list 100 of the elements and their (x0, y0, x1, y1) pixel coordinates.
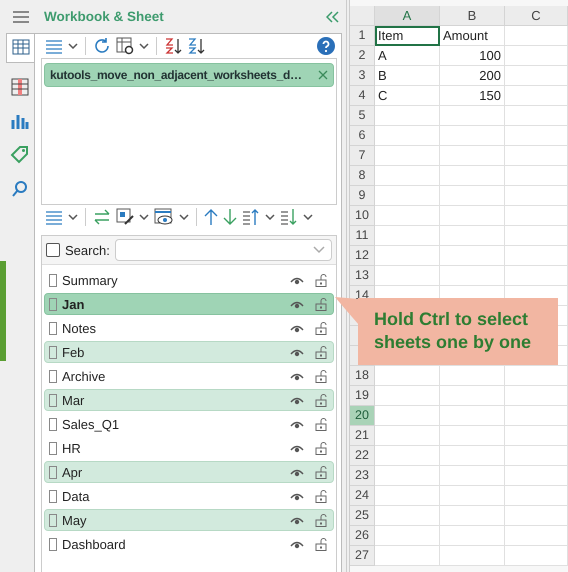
unlock-icon[interactable] (315, 274, 327, 286)
caret-icon[interactable] (139, 214, 149, 220)
eye-icon[interactable] (290, 444, 304, 452)
sheet-item[interactable]: Dashboard (44, 533, 334, 555)
row-header[interactable]: 19 (350, 386, 375, 406)
row-header[interactable]: 8 (350, 166, 375, 186)
row-header[interactable]: 5 (350, 106, 375, 126)
eye-icon[interactable] (290, 300, 304, 308)
list-icon[interactable] (45, 209, 63, 225)
menu-icon[interactable] (12, 10, 30, 24)
sort-descending-icon[interactable] (187, 37, 205, 55)
column-header[interactable]: B (440, 6, 505, 26)
eye-icon[interactable] (290, 516, 304, 524)
caret-icon[interactable] (68, 43, 78, 49)
workbook-item[interactable]: kutools_move_non_adjacent_worksheets_d… (44, 63, 334, 87)
unlock-icon[interactable] (315, 394, 327, 406)
eye-icon[interactable] (290, 420, 304, 428)
row-header[interactable]: 13 (350, 266, 375, 286)
eye-icon[interactable] (290, 468, 304, 476)
unlock-icon[interactable] (315, 514, 327, 526)
checkbox[interactable] (49, 346, 57, 358)
checkbox[interactable] (49, 394, 57, 406)
sheet-item[interactable]: Data (44, 485, 334, 507)
eye-icon[interactable] (290, 348, 304, 356)
unlock-icon[interactable] (315, 346, 327, 358)
columns-icon[interactable] (10, 77, 30, 97)
row-header[interactable]: 22 (350, 446, 375, 466)
refresh-icon[interactable] (93, 37, 111, 55)
checkbox[interactable] (49, 490, 57, 502)
help-icon[interactable] (317, 37, 335, 55)
caret-icon[interactable] (265, 214, 275, 220)
checkbox[interactable] (49, 538, 57, 550)
row-header[interactable]: 11 (350, 226, 375, 246)
checkbox[interactable] (49, 514, 57, 526)
sheet-item[interactable]: Sales_Q1 (44, 413, 334, 435)
search-icon[interactable] (10, 179, 30, 199)
checkbox[interactable] (49, 466, 57, 478)
row-header[interactable]: 27 (350, 546, 375, 566)
checkbox[interactable] (49, 442, 57, 454)
unlock-icon[interactable] (315, 538, 327, 550)
caret-icon[interactable] (179, 214, 189, 220)
row-header[interactable]: 26 (350, 526, 375, 546)
eye-icon[interactable] (290, 324, 304, 332)
checkbox[interactable] (49, 322, 57, 334)
caret-icon[interactable] (68, 214, 78, 220)
tag-icon[interactable] (10, 145, 30, 165)
row-header[interactable]: 1 (350, 26, 375, 46)
row-header[interactable]: 3 (350, 66, 375, 86)
table-edit-icon[interactable] (116, 208, 134, 226)
eye-icon[interactable] (290, 492, 304, 500)
pane-handle[interactable] (0, 261, 6, 361)
eye-icon[interactable] (290, 276, 304, 284)
row-header[interactable]: 25 (350, 506, 375, 526)
table-eye-icon[interactable] (154, 208, 174, 226)
unlock-icon[interactable] (315, 442, 327, 454)
column-header[interactable]: C (505, 6, 568, 26)
row-header[interactable]: 21 (350, 426, 375, 446)
checkbox[interactable] (49, 370, 57, 382)
row-header[interactable]: 7 (350, 146, 375, 166)
row-header[interactable]: 6 (350, 126, 375, 146)
sheet-item[interactable]: Notes (44, 317, 334, 339)
row-header[interactable]: 12 (350, 246, 375, 266)
sheet-item[interactable]: May (44, 509, 334, 531)
arrow-up-icon[interactable] (204, 208, 218, 226)
unlock-icon[interactable] (315, 370, 327, 382)
sheet-item[interactable]: Mar (44, 389, 334, 411)
unlock-icon[interactable] (315, 418, 327, 430)
eye-icon[interactable] (290, 396, 304, 404)
sort-up-icon[interactable] (242, 208, 260, 226)
sheet-item[interactable]: Feb (44, 341, 334, 363)
sort-ascending-icon[interactable] (164, 37, 182, 55)
arrow-down-icon[interactable] (223, 208, 237, 226)
unlock-icon[interactable] (315, 466, 327, 478)
checkbox[interactable] (49, 418, 57, 430)
unlock-icon[interactable] (315, 322, 327, 334)
row-header[interactable]: 24 (350, 486, 375, 506)
row-header[interactable]: 23 (350, 466, 375, 486)
swap-icon[interactable] (93, 209, 111, 225)
checkbox[interactable] (49, 274, 57, 286)
sheet-item[interactable]: Jan (44, 293, 334, 315)
row-header[interactable]: 9 (350, 186, 375, 206)
unlock-icon[interactable] (315, 490, 327, 502)
search-checkbox[interactable] (46, 243, 60, 257)
close-icon[interactable] (318, 70, 328, 80)
row-header[interactable]: 18 (350, 366, 375, 386)
checkbox[interactable] (49, 298, 57, 310)
sort-down-icon[interactable] (280, 208, 298, 226)
row-header[interactable]: 4 (350, 86, 375, 106)
row-header[interactable]: 10 (350, 206, 375, 226)
eye-icon[interactable] (290, 372, 304, 380)
caret-icon[interactable] (303, 214, 313, 220)
eye-icon[interactable] (290, 540, 304, 548)
sheet-item[interactable]: Summary (44, 269, 334, 291)
sheet-item[interactable]: Apr (44, 461, 334, 483)
search-field[interactable] (114, 239, 332, 261)
row-header[interactable]: 20 (350, 406, 375, 426)
row-header[interactable]: 2 (350, 46, 375, 66)
list-icon[interactable] (45, 38, 63, 54)
sheet-item[interactable]: HR (44, 437, 334, 459)
collapse-icon[interactable] (326, 10, 340, 22)
